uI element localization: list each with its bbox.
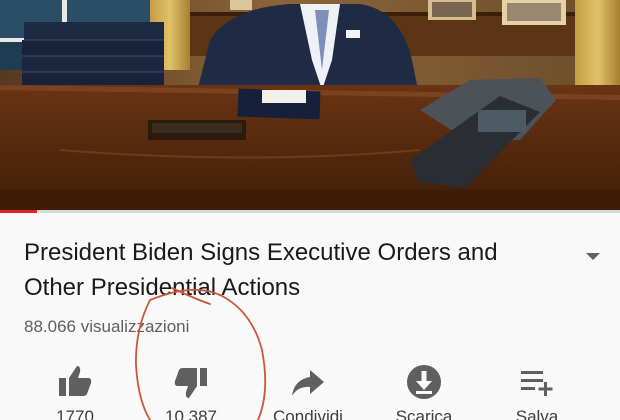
thumbs-down-icon [174, 368, 207, 398]
like-button[interactable]: 1770 [20, 358, 130, 420]
dislike-button[interactable]: 10.387 [136, 358, 246, 420]
save-label: Salva [515, 407, 559, 420]
thumbs-up-icon [59, 366, 92, 396]
share-label: Condividi [273, 407, 343, 420]
playlist-add-icon [521, 371, 553, 396]
dislike-count: 10.387 [165, 407, 217, 420]
action-bar: 1770 10.387 Condividi Scarica Salva [0, 358, 620, 420]
view-count: 88.066 visualizzazioni [24, 317, 190, 336]
share-button[interactable]: Condividi [253, 358, 363, 420]
video-title: President Biden Signs Executive Orders a… [24, 239, 498, 301]
download-label: Scarica [395, 407, 453, 420]
download-button[interactable]: Scarica [369, 358, 479, 420]
video-frame [0, 0, 620, 212]
share-icon [292, 370, 324, 396]
chevron-down-icon[interactable] [584, 251, 602, 263]
video-player[interactable] [0, 0, 620, 212]
video-details: President Biden Signs Executive Orders a… [0, 213, 620, 420]
like-count: 1770 [56, 407, 94, 420]
save-button[interactable]: Salva [482, 358, 592, 420]
download-icon [407, 365, 441, 399]
